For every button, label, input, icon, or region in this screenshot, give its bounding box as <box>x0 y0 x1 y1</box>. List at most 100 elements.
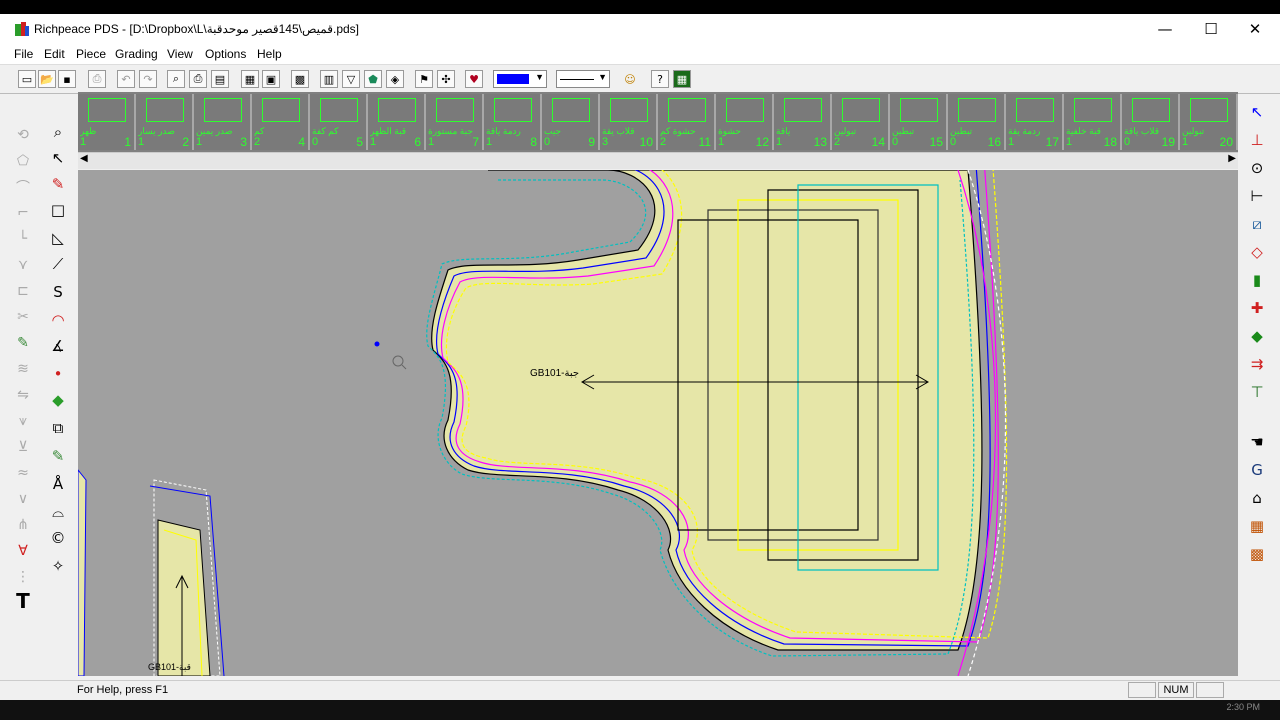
menu-grading[interactable]: Grading <box>115 47 158 61</box>
heart-icon[interactable]: ♥ <box>465 70 483 88</box>
piece-thumbnail[interactable]: كم كفة 0 5 <box>310 94 368 150</box>
piece-thumbnail[interactable]: قلاب يقة 3 10 <box>600 94 658 150</box>
symmetry-icon[interactable]: ◈ <box>386 70 404 88</box>
undo-icon[interactable]: ↶ <box>117 70 135 88</box>
hanger-icon[interactable]: ⌂ <box>1245 486 1269 510</box>
scroll-left-icon[interactable]: ◀ <box>80 153 88 164</box>
brush-icon[interactable]: ✎ <box>46 444 70 468</box>
grade-corner-icon[interactable]: ⌐ <box>12 202 34 224</box>
grade-cut-icon[interactable]: ✂ <box>12 306 34 328</box>
save-icon[interactable]: ▪ <box>58 70 76 88</box>
center-point-icon[interactable]: ⊙ <box>1245 156 1269 180</box>
rotate-g-icon[interactable]: G <box>1245 458 1269 482</box>
piece-thumbnail[interactable]: كم 2 4 <box>252 94 310 150</box>
menu-piece[interactable]: Piece <box>76 47 106 61</box>
new-icon[interactable]: ▭ <box>18 70 36 88</box>
context-help-icon[interactable]: ? <box>651 70 669 88</box>
grade-fold-icon[interactable]: ⊏ <box>12 280 34 302</box>
maximize-button[interactable]: ☐ <box>1188 14 1234 44</box>
magic-wand-icon[interactable]: ✧ <box>46 554 70 578</box>
grade-vneck-icon[interactable]: ∨ <box>12 488 34 510</box>
import-icon[interactable]: ⎙ <box>88 70 106 88</box>
rectangle-icon[interactable]: □ <box>46 198 70 222</box>
ruler-icon[interactable]: ⟋ <box>46 252 70 276</box>
piece-thumbnail[interactable]: ردمة يقة 1 17 <box>1006 94 1064 150</box>
grade-split-icon[interactable]: ⋔ <box>12 514 34 536</box>
table-icon[interactable]: ▦ <box>673 70 691 88</box>
diamond-icon[interactable]: ◇ <box>1245 240 1269 264</box>
piece-thumbnail[interactable]: قبة الظهر 1 6 <box>368 94 426 150</box>
split-piece-icon[interactable]: ⧄ <box>1245 212 1269 236</box>
parallel-lines-icon[interactable]: ⇉ <box>1245 352 1269 376</box>
piece-list-icon[interactable]: ▣ <box>262 70 280 88</box>
angle-icon[interactable]: ∡ <box>46 334 70 358</box>
zoom-icon[interactable]: ⌕ <box>46 120 70 144</box>
align-piece-icon[interactable]: ⊤ <box>1245 380 1269 404</box>
point-tool-icon[interactable]: • <box>46 362 70 386</box>
piece-thumbnail[interactable]: تبولين 1 20 <box>1180 94 1238 150</box>
scroll-right-icon[interactable]: ▶ <box>1228 153 1236 164</box>
piece-thumbnail[interactable]: ردمة ياقة 1 8 <box>484 94 542 150</box>
piece-thumbnail[interactable]: صدر يسار 1 2 <box>136 94 194 150</box>
text-tool-icon[interactable]: T <box>12 589 34 613</box>
grade-flip-icon[interactable]: ⇋ <box>12 384 34 406</box>
triangle-ruler-icon[interactable]: ◺ <box>46 226 70 250</box>
measure-table-icon[interactable]: ▩ <box>291 70 309 88</box>
grade-lines-icon[interactable]: ≋ <box>12 358 34 380</box>
smiley-icon[interactable]: ☺ <box>621 70 639 88</box>
pencil-icon[interactable]: ✎ <box>46 172 70 196</box>
thumbnail-scrollbar[interactable]: ◀ ▶ <box>78 152 1238 169</box>
menu-options[interactable]: Options <box>205 47 246 61</box>
grade-grid-icon[interactable]: ⋮ <box>12 566 34 588</box>
grid-view-icon[interactable]: ▦ <box>241 70 259 88</box>
grade-pen-icon[interactable]: ✎ <box>12 332 34 354</box>
grade-pleat-icon[interactable]: ⩛ <box>12 410 34 432</box>
piece-thumbnail[interactable]: تبولين 2 14 <box>832 94 890 150</box>
line-color-select[interactable]: ▼ <box>493 70 547 88</box>
piece-thumbnail[interactable]: قلاب ياقة 0 19 <box>1122 94 1180 150</box>
piece-thumbnail[interactable]: تبطين 0 15 <box>890 94 948 150</box>
hand-pan-icon[interactable]: ☚ <box>1245 430 1269 454</box>
grade-curve-icon[interactable]: ⌒ <box>12 176 34 198</box>
arch-icon[interactable]: ⌓ <box>46 500 70 524</box>
piece-thumbnail[interactable]: جيب 0 9 <box>542 94 600 150</box>
close-button[interactable]: ✕ <box>1232 14 1278 44</box>
piece-thumbnail[interactable]: ياقة 1 13 <box>774 94 832 150</box>
pointer-icon[interactable]: ↖ <box>46 146 70 170</box>
menu-file[interactable]: File <box>14 47 33 61</box>
grade-v-icon[interactable]: ∀ <box>12 540 34 562</box>
curve-s-icon[interactable]: S <box>46 280 70 304</box>
eraser-icon[interactable]: ◆ <box>46 388 70 412</box>
open-icon[interactable]: 📂 <box>38 70 56 88</box>
stitch-icon[interactable]: ⬟ <box>364 70 382 88</box>
redo-icon[interactable]: ↷ <box>139 70 157 88</box>
piece-thumbnail[interactable]: حشوة كم 2 11 <box>658 94 716 150</box>
piece-thumbnail[interactable]: تبطين 0 16 <box>948 94 1006 150</box>
piece-thumbnail[interactable]: حشوة 1 12 <box>716 94 774 150</box>
point-icon[interactable]: ✣ <box>437 70 455 88</box>
print-preview-icon[interactable]: ⌕ <box>167 70 185 88</box>
menu-edit[interactable]: Edit <box>44 47 65 61</box>
menu-view[interactable]: View <box>167 47 193 61</box>
piece-thumbnail[interactable]: ظهر 1 1 <box>78 94 136 150</box>
grade-shape-icon[interactable]: ⬠ <box>12 150 34 172</box>
grade-notch-icon[interactable]: ⊻ <box>12 436 34 458</box>
fill-piece-icon[interactable]: ▮ <box>1245 268 1269 292</box>
copy-piece-icon[interactable]: ⧉ <box>46 416 70 440</box>
grade-rotate-icon[interactable]: ⟲ <box>12 124 34 146</box>
pattern-edit-icon[interactable]: ✚ <box>1245 296 1269 320</box>
grade-edge-icon[interactable]: └ <box>12 228 34 250</box>
compass-icon[interactable]: Å <box>46 472 70 496</box>
layout-icon[interactable]: ▦ <box>1245 514 1269 538</box>
line-style-select[interactable]: ▼ <box>556 70 610 88</box>
menu-help[interactable]: Help <box>257 47 282 61</box>
plot-icon[interactable]: ▤ <box>211 70 229 88</box>
piece-thumbnail[interactable]: قبة خلفية 1 18 <box>1064 94 1122 150</box>
grade-wave-icon[interactable]: ≈ <box>12 462 34 484</box>
layout-grid-icon[interactable]: ▩ <box>1245 542 1269 566</box>
eraser-green-icon[interactable]: ◆ <box>1245 324 1269 348</box>
grade-rules-icon[interactable]: ▥ <box>320 70 338 88</box>
add-point-icon[interactable]: ⊥ <box>1245 128 1269 152</box>
circle-c-icon[interactable]: © <box>46 526 70 550</box>
arc-icon[interactable]: ◠ <box>46 308 70 332</box>
